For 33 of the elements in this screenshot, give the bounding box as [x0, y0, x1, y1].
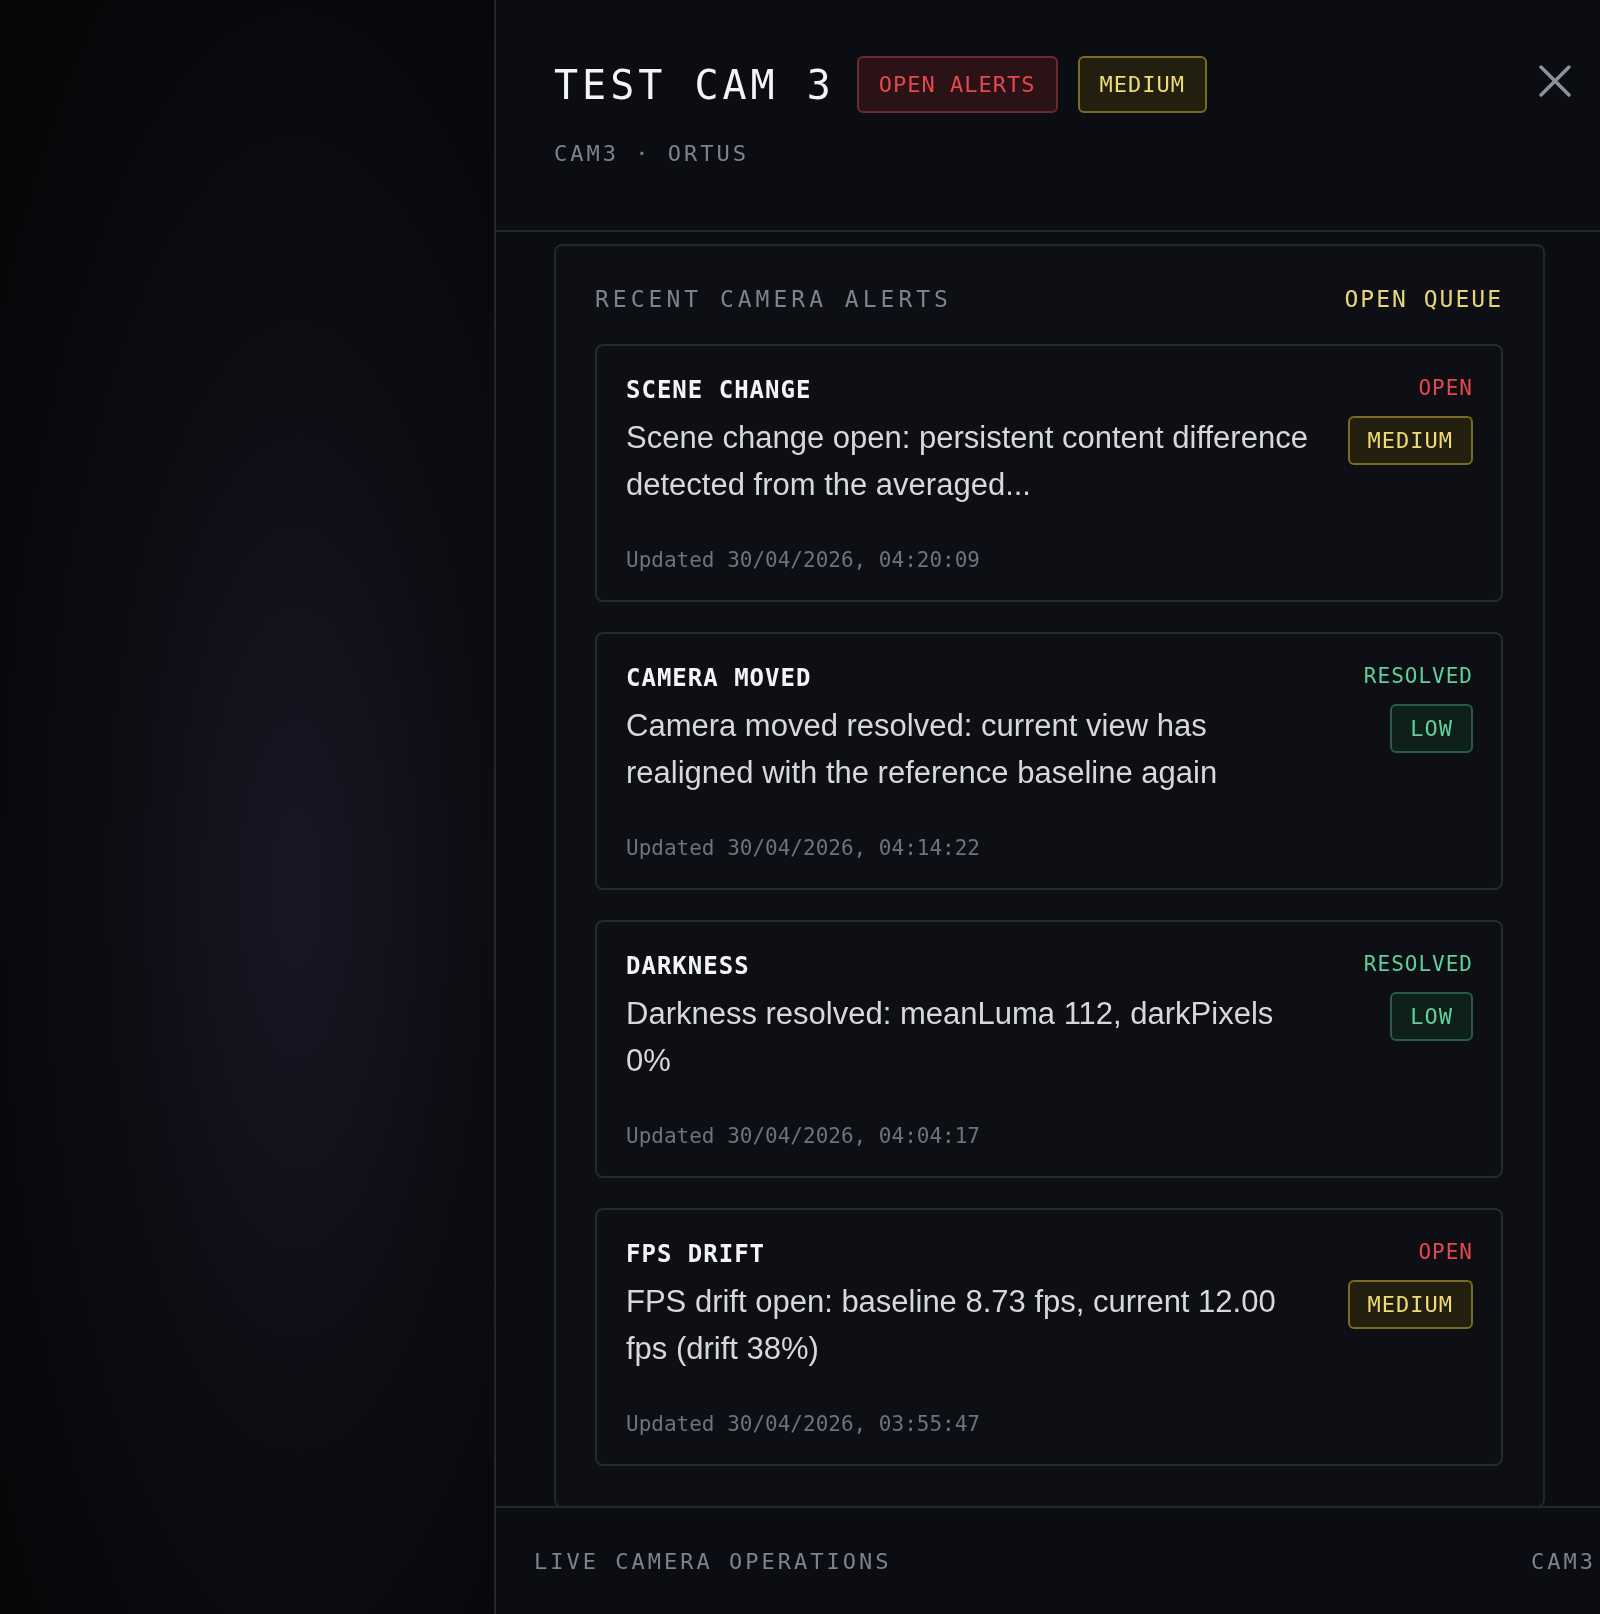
alert-type: FPS DRIFT: [626, 1240, 766, 1268]
updated-time: Updated 30/04/2026, 04:20:09: [626, 548, 980, 572]
status-badge: MEDIUM: [1077, 56, 1207, 113]
severity-badge: LOW: [1390, 704, 1473, 753]
severity-badge: LOW: [1390, 992, 1473, 1041]
footer-camera-id: CAM3: [1531, 1548, 1596, 1574]
alert-description: Camera moved resolved: current view has realigned with the reference baseline again: [626, 707, 1219, 792]
severity-badge: MEDIUM: [1347, 1280, 1473, 1329]
alert-type: CAMERA MOVED: [626, 664, 812, 692]
alert-card[interactable]: CAMERA MOVED Camera moved resolved: current view has realigned with the reference baseline again Updated 30/04/2026, 04:14:22 RESOLVED LOW: [595, 632, 1503, 890]
alert-description: Darkness resolved: meanLuma 112, darkPixels 0%: [626, 995, 1275, 1080]
updated-time: Updated 30/04/2026, 04:14:22: [626, 836, 980, 860]
status-badge: OPEN ALERTS: [856, 56, 1058, 113]
alert-card[interactable]: SCENE CHANGE Scene change open: persistent content difference detected from the averaged... Updated 30/04/2026, 04:20:09 OPEN MEDIUM: [595, 344, 1503, 602]
alert-card[interactable]: DARKNESS Darkness resolved: meanLuma 112, darkPixels 0% Updated 30/04/2026, 04:04:17 RESOLVED LOW: [595, 920, 1503, 1178]
alert-description: Scene change open: persistent content difference detected from the averaged...: [626, 419, 1309, 504]
section-title: RECENT CAMERA ALERTS: [595, 286, 952, 312]
panel-title: TEST CAM 3: [554, 61, 835, 108]
alert-type: SCENE CHANGE: [626, 376, 812, 404]
alert-status: RESOLVED: [1363, 952, 1473, 976]
alert-type: DARKNESS: [626, 952, 750, 980]
camera-subtitle: CAM3 · ORTUS: [554, 141, 750, 166]
footer-label: LIVE CAMERA OPERATIONS: [534, 1548, 892, 1574]
alert-status: OPEN: [1418, 376, 1473, 400]
alert-status: RESOLVED: [1363, 664, 1473, 688]
alert-status: OPEN: [1418, 1240, 1473, 1264]
close-icon[interactable]: [1538, 64, 1572, 98]
updated-time: Updated 30/04/2026, 03:55:47: [626, 1412, 980, 1436]
alert-description: FPS drift open: baseline 8.73 fps, current 12.00 fps (drift 38%): [626, 1283, 1277, 1368]
updated-time: Updated 30/04/2026, 04:04:17: [626, 1124, 980, 1148]
open-queue-link[interactable]: OPEN QUEUE: [1344, 286, 1503, 312]
alert-card[interactable]: FPS DRIFT FPS drift open: baseline 8.73 fps, current 12.00 fps (drift 38%) Updated 30/04/2026, 03:55:47 OPEN MEDIUM: [595, 1208, 1503, 1466]
severity-badge: MEDIUM: [1347, 416, 1473, 465]
